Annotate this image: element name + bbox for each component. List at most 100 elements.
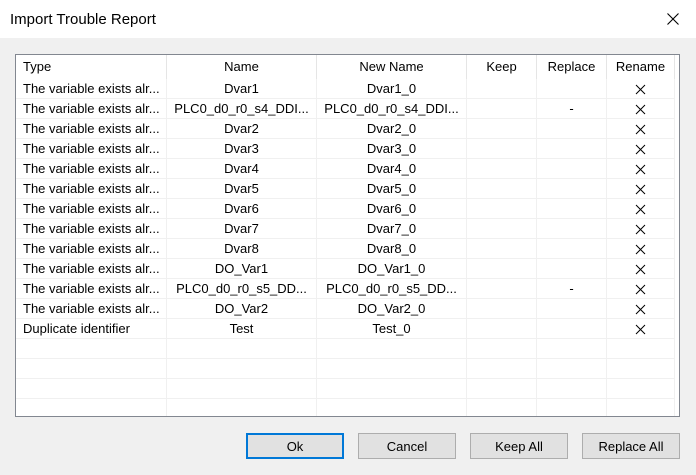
cell-replace[interactable] bbox=[537, 239, 607, 259]
empty-cell bbox=[467, 379, 537, 399]
cell-replace[interactable] bbox=[537, 219, 607, 239]
ok-button[interactable]: Ok bbox=[246, 433, 344, 459]
cell-name: Dvar2 bbox=[167, 119, 317, 139]
trouble-list[interactable]: Type Name New Name Keep Replace Rename T… bbox=[15, 54, 680, 417]
rename-x-icon bbox=[635, 104, 646, 115]
cell-rename[interactable] bbox=[607, 219, 675, 239]
cell-rename[interactable] bbox=[607, 319, 675, 339]
cell-keep[interactable] bbox=[467, 219, 537, 239]
cell-rename[interactable] bbox=[607, 159, 675, 179]
cell-name: PLC0_d0_r0_s4_DDI... bbox=[167, 99, 317, 119]
cell-name: Dvar3 bbox=[167, 139, 317, 159]
cell-type: The variable exists alr... bbox=[16, 159, 167, 179]
table-row[interactable]: The variable exists alr... Dvar6 Dvar6_0 bbox=[16, 199, 675, 219]
cell-keep[interactable] bbox=[467, 99, 537, 119]
cell-type: The variable exists alr... bbox=[16, 259, 167, 279]
rename-x-icon bbox=[635, 324, 646, 335]
rename-x-icon bbox=[635, 164, 646, 175]
cell-keep[interactable] bbox=[467, 139, 537, 159]
table-row[interactable]: Duplicate identifier Test Test_0 bbox=[16, 319, 675, 339]
empty-cell bbox=[537, 399, 607, 416]
cell-keep[interactable] bbox=[467, 199, 537, 219]
header-new-name[interactable]: New Name bbox=[317, 55, 467, 79]
cell-keep[interactable] bbox=[467, 159, 537, 179]
cell-keep[interactable] bbox=[467, 299, 537, 319]
table-row[interactable]: The variable exists alr... Dvar7 Dvar7_0 bbox=[16, 219, 675, 239]
table-row[interactable]: The variable exists alr... Dvar4 Dvar4_0 bbox=[16, 159, 675, 179]
table-row[interactable]: The variable exists alr... Dvar2 Dvar2_0 bbox=[16, 119, 675, 139]
cell-replace[interactable] bbox=[537, 179, 607, 199]
table-row[interactable]: The variable exists alr... Dvar3 Dvar3_0 bbox=[16, 139, 675, 159]
cell-keep[interactable] bbox=[467, 79, 537, 99]
cell-replace[interactable] bbox=[537, 299, 607, 319]
cell-rename[interactable] bbox=[607, 79, 675, 99]
cell-rename[interactable] bbox=[607, 139, 675, 159]
cell-new-name: Dvar1_0 bbox=[317, 79, 467, 99]
cell-rename[interactable] bbox=[607, 179, 675, 199]
cell-replace[interactable]: - bbox=[537, 99, 607, 119]
cell-replace[interactable] bbox=[537, 79, 607, 99]
table-header: Type Name New Name Keep Replace Rename bbox=[16, 55, 675, 79]
table-body: The variable exists alr... Dvar1 Dvar1_0 Th… bbox=[16, 79, 675, 416]
rename-x-icon bbox=[635, 224, 646, 235]
table-row[interactable]: The variable exists alr... PLC0_d0_r0_s4_… bbox=[16, 99, 675, 119]
cell-rename[interactable] bbox=[607, 99, 675, 119]
cell-type: The variable exists alr... bbox=[16, 299, 167, 319]
cell-type: The variable exists alr... bbox=[16, 219, 167, 239]
cell-rename[interactable] bbox=[607, 199, 675, 219]
empty-cell bbox=[467, 399, 537, 416]
cell-replace[interactable] bbox=[537, 199, 607, 219]
cell-replace[interactable] bbox=[537, 159, 607, 179]
cell-name: DO_Var2 bbox=[167, 299, 317, 319]
cell-keep[interactable] bbox=[467, 119, 537, 139]
cell-name: Dvar5 bbox=[167, 179, 317, 199]
cell-replace[interactable] bbox=[537, 259, 607, 279]
cell-name: Dvar7 bbox=[167, 219, 317, 239]
cell-keep[interactable] bbox=[467, 279, 537, 299]
table-row[interactable]: The variable exists alr... Dvar1 Dvar1_0 bbox=[16, 79, 675, 99]
header-replace[interactable]: Replace bbox=[537, 55, 607, 79]
rename-x-icon bbox=[635, 184, 646, 195]
header-rename[interactable]: Rename bbox=[607, 55, 675, 79]
cell-keep[interactable] bbox=[467, 239, 537, 259]
cell-rename[interactable] bbox=[607, 259, 675, 279]
rename-x-icon bbox=[635, 84, 646, 95]
rename-x-icon bbox=[635, 244, 646, 255]
close-icon bbox=[667, 13, 679, 25]
cell-replace[interactable]: - bbox=[537, 279, 607, 299]
empty-cell bbox=[167, 359, 317, 379]
replace-all-button[interactable]: Replace All bbox=[582, 433, 680, 459]
cancel-button[interactable]: Cancel bbox=[358, 433, 456, 459]
table-row[interactable]: The variable exists alr... DO_Var2 DO_Var2… bbox=[16, 299, 675, 319]
cell-keep[interactable] bbox=[467, 179, 537, 199]
cell-rename[interactable] bbox=[607, 279, 675, 299]
cell-replace[interactable] bbox=[537, 139, 607, 159]
cell-replace[interactable] bbox=[537, 319, 607, 339]
table-row[interactable]: The variable exists alr... Dvar8 Dvar8_0 bbox=[16, 239, 675, 259]
table-row[interactable]: The variable exists alr... PLC0_d0_r0_s5_… bbox=[16, 279, 675, 299]
cell-name: Test bbox=[167, 319, 317, 339]
header-type[interactable]: Type bbox=[16, 55, 167, 79]
table-row[interactable]: The variable exists alr... DO_Var1 DO_Var1… bbox=[16, 259, 675, 279]
cell-type: The variable exists alr... bbox=[16, 119, 167, 139]
cell-name: Dvar4 bbox=[167, 159, 317, 179]
cell-keep[interactable] bbox=[467, 259, 537, 279]
close-button[interactable] bbox=[650, 0, 696, 38]
empty-cell bbox=[537, 339, 607, 359]
cell-rename[interactable] bbox=[607, 299, 675, 319]
cell-rename[interactable] bbox=[607, 119, 675, 139]
rename-x-icon bbox=[635, 144, 646, 155]
header-name[interactable]: Name bbox=[167, 55, 317, 79]
keep-all-button[interactable]: Keep All bbox=[470, 433, 568, 459]
cell-new-name: Dvar6_0 bbox=[317, 199, 467, 219]
header-keep[interactable]: Keep bbox=[467, 55, 537, 79]
empty-row bbox=[16, 339, 675, 359]
empty-cell bbox=[167, 399, 317, 416]
empty-cell bbox=[607, 339, 675, 359]
cell-type: The variable exists alr... bbox=[16, 179, 167, 199]
cell-replace[interactable] bbox=[537, 119, 607, 139]
table-row[interactable]: The variable exists alr... Dvar5 Dvar5_0 bbox=[16, 179, 675, 199]
cell-rename[interactable] bbox=[607, 239, 675, 259]
rename-x-icon bbox=[635, 124, 646, 135]
cell-keep[interactable] bbox=[467, 319, 537, 339]
